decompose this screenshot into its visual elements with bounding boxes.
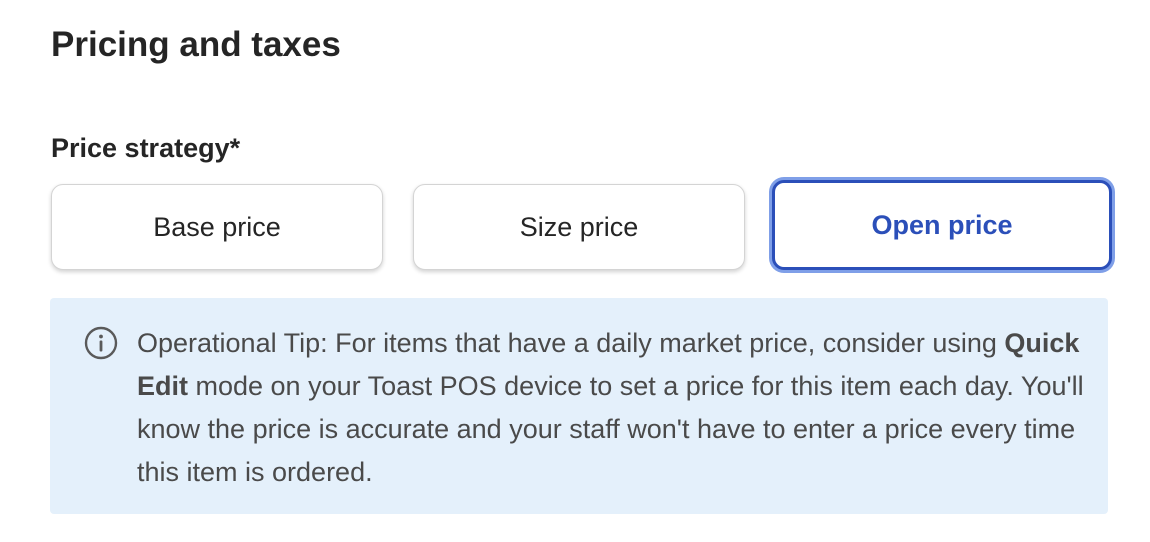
price-strategy-label: Price strategy* xyxy=(51,133,241,163)
tip-text-end: mode on your Toast POS device to set a p… xyxy=(137,371,1084,487)
tip-text-start: Operational Tip: For items that have a d… xyxy=(137,328,1005,358)
section-title: Pricing and taxes xyxy=(51,25,341,64)
size-price-option[interactable]: Size price xyxy=(413,184,745,270)
info-icon xyxy=(84,326,118,360)
operational-tip-text: Operational Tip: For items that have a d… xyxy=(137,322,1097,494)
pricing-and-taxes-section: Pricing and taxes Price strategy* Base p… xyxy=(0,0,1150,542)
open-price-option[interactable]: Open price xyxy=(772,180,1112,270)
base-price-option[interactable]: Base price xyxy=(51,184,383,270)
price-strategy-options: Base price Size price Open price xyxy=(51,180,1112,270)
operational-tip-banner: Operational Tip: For items that have a d… xyxy=(50,298,1108,514)
